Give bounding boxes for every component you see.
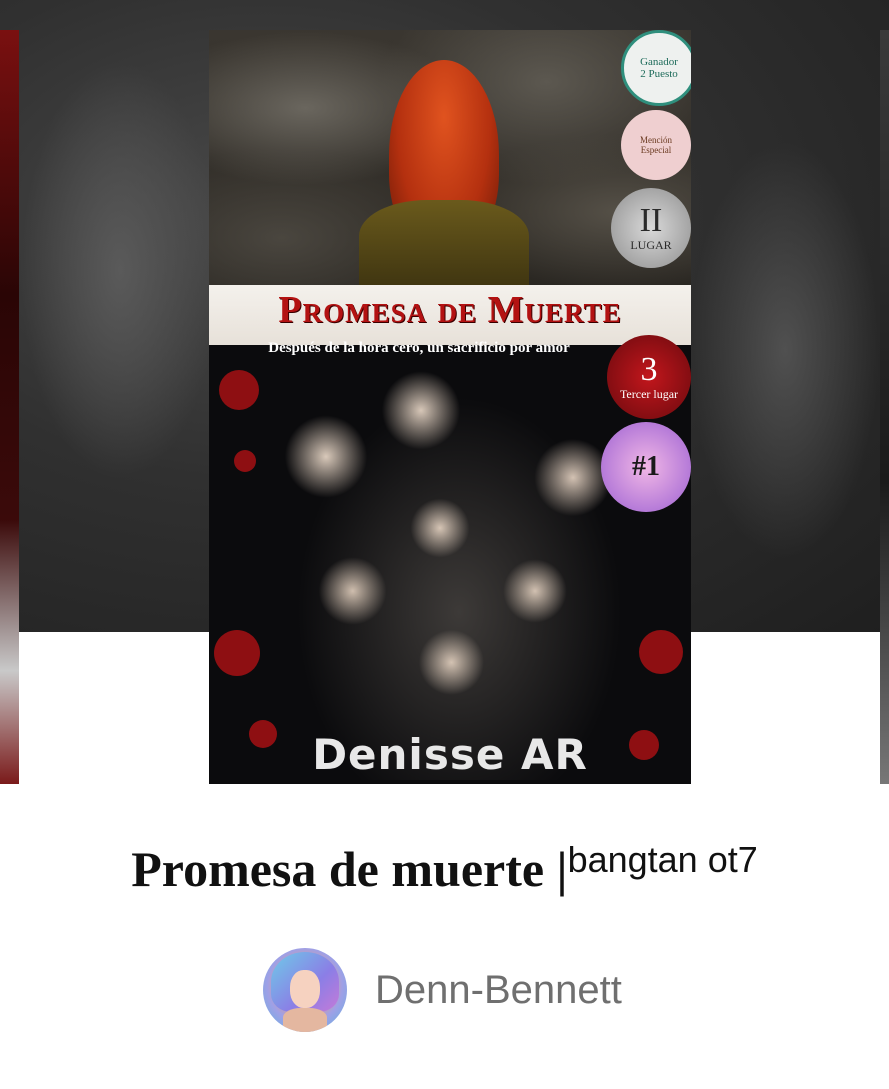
badge-line: 3 (640, 350, 658, 388)
avatar-face (290, 970, 320, 1008)
numero-uno-badge: #1 (601, 422, 691, 512)
badge-line: II (639, 201, 663, 239)
next-cover-preview[interactable] (880, 30, 889, 784)
avatar[interactable] (263, 948, 347, 1032)
blood-splatter (214, 630, 260, 676)
story-title: Promesa de muerte |bangtan ot7 (0, 839, 889, 898)
cover-group-photo (269, 360, 649, 780)
previous-cover-preview[interactable] (0, 30, 19, 784)
blood-splatter (219, 370, 259, 410)
badge-line: Especial (640, 145, 672, 155)
badge-line: #1 (632, 451, 660, 482)
story-title-main: Promesa de muerte | (131, 841, 568, 897)
badge-line: 2 Puesto (640, 68, 678, 80)
backdrop-blur-shape (20, 60, 220, 480)
badge-line: Tercer lugar (619, 386, 679, 401)
blood-splatter (639, 630, 683, 674)
avatar-collar (283, 1008, 327, 1032)
author-name[interactable]: Denn-Bennett (375, 968, 622, 1013)
book-cover[interactable]: Promesa de Muerte Después de la hora cer… (209, 30, 691, 784)
badge-line: Ganador (640, 56, 678, 68)
tercer-lugar-badge: 3 Tercer lugar (607, 335, 691, 419)
cover-author: Denisse AR (312, 730, 588, 779)
mencion-especial-badge: Mención Especial (621, 110, 691, 180)
badge-line: LUGAR (630, 237, 672, 252)
author-link[interactable]: Denn-Bennett (263, 948, 622, 1032)
ganador-badge: Ganador 2 Puesto (621, 30, 691, 106)
backdrop-blur-shape (690, 140, 880, 560)
blood-splatter (234, 450, 256, 472)
segundo-lugar-badge: II LUGAR (611, 188, 691, 268)
cover-title: Promesa de Muerte (278, 289, 622, 331)
story-title-suffix: bangtan ot7 (567, 839, 758, 880)
cover-figure-dress (359, 200, 529, 290)
badge-line: Mención (640, 135, 672, 145)
cover-tagline: Después de la hora cero, un sacrificio p… (268, 340, 570, 356)
